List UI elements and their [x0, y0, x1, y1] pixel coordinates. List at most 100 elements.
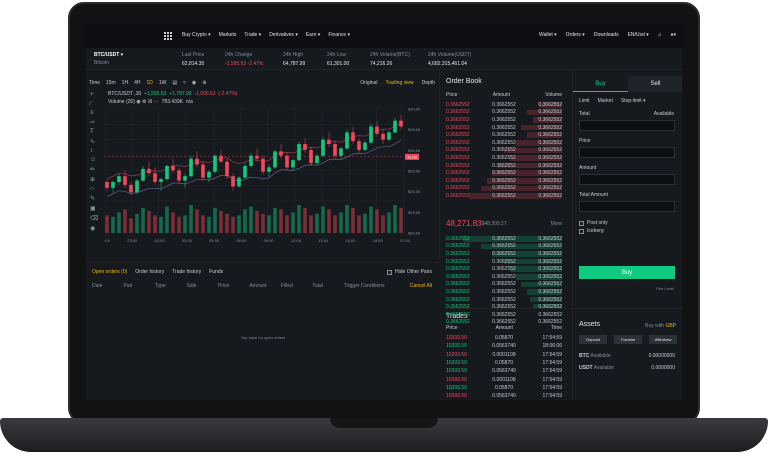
- order-row[interactable]: 0.3662552 0.3662552 0.3662552: [446, 243, 562, 251]
- trade-time: 17:54:59: [542, 335, 562, 342]
- checkbox[interactable]: [387, 269, 393, 275]
- interval-4h[interactable]: 4H: [134, 80, 140, 86]
- lock-icon[interactable]: ▣: [90, 205, 100, 212]
- order-row[interactable]: 0.3662552 0.3662552 0.3662552: [446, 131, 562, 139]
- brush-icon[interactable]: ✑: [90, 119, 100, 126]
- order-row[interactable]: 0.3662552 0.3662552 0.3662552: [446, 258, 562, 266]
- order-row[interactable]: 0.3662552 0.3662552 0.3662552: [446, 185, 562, 193]
- checkbox[interactable]: [579, 220, 584, 226]
- interval-1h[interactable]: 1H: [122, 80, 128, 86]
- order-row[interactable]: 0.3662552 0.3662552 0.3662552: [446, 265, 562, 273]
- order-row[interactable]: 0.3662552 0.3662552 0.3662552: [446, 281, 562, 289]
- type-stop-limit[interactable]: Stop-limit ▾: [621, 98, 646, 104]
- lock-drawing-icon[interactable]: ✎: [90, 195, 100, 202]
- pair-selector[interactable]: BTC/USDT ▾: [94, 52, 123, 58]
- order-row[interactable]: 0.3662552 0.3662552 0.3662552: [446, 139, 562, 147]
- hide-other-pairs[interactable]: Hide Other Pairs: [387, 269, 432, 275]
- buy-with[interactable]: Buy with GBP: [645, 323, 676, 329]
- interval-time[interactable]: Time: [89, 80, 100, 86]
- post-only-option[interactable]: Post only: [579, 220, 608, 226]
- cancel-all-button[interactable]: Cancel All: [401, 283, 432, 289]
- view-original[interactable]: Original: [360, 80, 377, 86]
- drawing-toolbar: + ∕ ≡ ✑ T ∿ ↕ ☺ ✏ ⊕ ∩ ✎ ▣ ⌫ ◉: [90, 92, 100, 232]
- checkbox[interactable]: [579, 228, 584, 234]
- nav-earn[interactable]: Earn ▾: [306, 32, 320, 38]
- nav-finance[interactable]: Finance ▾: [328, 32, 350, 38]
- nav-markets[interactable]: Markets: [219, 32, 237, 38]
- tab-open-orders[interactable]: Open orders (0): [92, 269, 127, 275]
- interval-15m[interactable]: 15m: [106, 80, 116, 86]
- withdraw-button[interactable]: Withdraw: [649, 335, 677, 344]
- order-row[interactable]: 0.3662552 0.3662552 0.3662552: [446, 319, 562, 327]
- magnet-icon[interactable]: ∩: [90, 186, 100, 192]
- order-row[interactable]: 0.3662552 0.3662552 0.3662552: [446, 109, 562, 117]
- apps-grid-icon[interactable]: [164, 32, 172, 40]
- order-row[interactable]: 0.3662552 0.3662552 0.3662552: [446, 288, 562, 296]
- total-input[interactable]: [579, 120, 675, 131]
- trade-amount: 0.0563740: [492, 393, 516, 400]
- nav-wallet[interactable]: Wallet ▾: [539, 32, 557, 38]
- order-row[interactable]: 0.3662552 0.3662552 0.3662552: [446, 296, 562, 304]
- order-row[interactable]: 0.3662552 0.3662552 0.3662552: [446, 116, 562, 124]
- add-icon[interactable]: ⊕: [202, 80, 206, 86]
- zoom-icon[interactable]: ⊕: [90, 176, 100, 183]
- text-icon[interactable]: T: [90, 129, 100, 135]
- ruler-icon[interactable]: ✏: [90, 166, 100, 173]
- order-row[interactable]: 0.3662552 0.3662552 0.3662552: [446, 147, 562, 155]
- interval-1d[interactable]: 1D: [146, 80, 152, 86]
- order-row[interactable]: 0.3662552 0.3662552 0.3662552: [446, 177, 562, 185]
- camera-icon[interactable]: ◉: [192, 80, 196, 86]
- eye-icon[interactable]: ◉: [90, 225, 100, 232]
- nav-trade[interactable]: Trade ▾: [244, 32, 261, 38]
- order-row[interactable]: 0.3662552 0.3662552 0.3662552: [446, 124, 562, 132]
- more-link[interactable]: More: [551, 221, 562, 227]
- trash-icon[interactable]: ⌫: [90, 215, 100, 222]
- order-row[interactable]: 0.3662552 0.3662552 0.3662552: [446, 235, 562, 243]
- order-row[interactable]: 0.3662552 0.3662552 0.3662552: [446, 169, 562, 177]
- bell-icon[interactable]: ♫: [658, 32, 662, 38]
- type-market[interactable]: Market: [598, 98, 613, 104]
- nav-orders[interactable]: Orders ▾: [566, 32, 585, 38]
- user-icon[interactable]: ●▾: [670, 32, 676, 38]
- pattern-icon[interactable]: ∿: [90, 138, 100, 145]
- order-row[interactable]: 0.3662552 0.3662552 0.3662552: [446, 101, 562, 109]
- amount-input[interactable]: [579, 174, 675, 185]
- order-row[interactable]: 0.3662552 0.3662552 0.3662552: [446, 192, 562, 200]
- trendline-icon[interactable]: ∕: [90, 101, 100, 107]
- buy-button[interactable]: Buy: [579, 266, 675, 279]
- order-row[interactable]: 0.3662552 0.3662552 0.3662552: [446, 162, 562, 170]
- view-depth[interactable]: Depth: [422, 80, 435, 86]
- fib-icon[interactable]: ≡: [90, 110, 100, 116]
- measure-icon[interactable]: ↕: [90, 148, 100, 154]
- nav-downloads[interactable]: Downloads: [594, 32, 619, 38]
- fee-level-link[interactable]: Fee Level: [656, 286, 674, 291]
- candle-type-icon[interactable]: ▤: [172, 80, 177, 86]
- tab-order-history[interactable]: Order history: [135, 269, 164, 275]
- transfer-button[interactable]: Transfer: [614, 335, 642, 344]
- interval-1w[interactable]: 1W: [159, 80, 167, 86]
- volume-bar: [141, 207, 145, 233]
- nav-language[interactable]: EN/Usd ▾: [628, 32, 649, 38]
- price-input[interactable]: [579, 147, 675, 158]
- order-row[interactable]: 0.3662552 0.3662552 0.3662552: [446, 250, 562, 258]
- tab-funds[interactable]: Funds: [209, 269, 223, 275]
- indicators-icon[interactable]: ≈: [183, 80, 186, 86]
- nav-buy-crypto[interactable]: Buy Crypto ▾: [182, 32, 211, 38]
- order-row[interactable]: 0.3662552 0.3662552 0.3662552: [446, 154, 562, 162]
- iceberg-option[interactable]: Iceberg: [579, 228, 604, 234]
- total-amount-input[interactable]: [579, 201, 675, 212]
- tab-buy[interactable]: Buy: [573, 76, 628, 92]
- nav-derivatives[interactable]: Derivatives ▾: [269, 32, 298, 38]
- tab-trade-history[interactable]: Trade history: [172, 269, 201, 275]
- deposit-button[interactable]: Deposit: [579, 335, 607, 344]
- view-trading-view[interactable]: Trading view: [385, 80, 413, 86]
- tab-sell[interactable]: Sell: [628, 76, 682, 92]
- crosshair-icon[interactable]: +: [90, 92, 100, 98]
- order-row[interactable]: 0.3662552 0.3662552 0.3662552: [446, 303, 562, 311]
- trade-time: 17:54:59: [542, 368, 562, 375]
- type-limit[interactable]: Limit: [579, 98, 590, 104]
- order-row[interactable]: 0.3662552 0.3662552 0.3662552: [446, 273, 562, 281]
- candlestick-chart[interactable]: 31,00 $30,00 $35,00 $30,00 $25,00 $20,00 $23,0…: [104, 105, 438, 257]
- emoji-icon[interactable]: ☺: [90, 157, 100, 163]
- order-row[interactable]: 0.3662552 0.3662552 0.3662552: [446, 311, 562, 319]
